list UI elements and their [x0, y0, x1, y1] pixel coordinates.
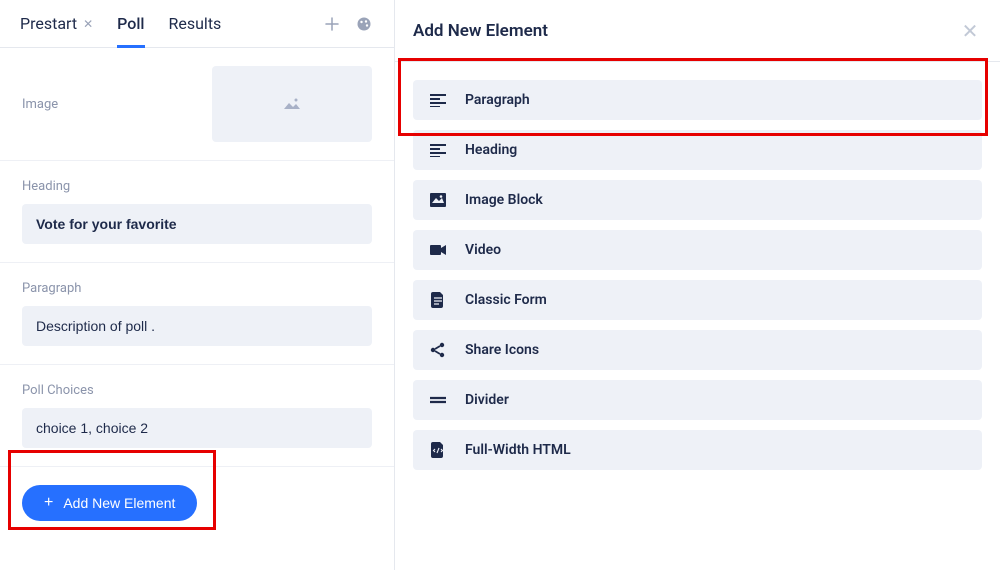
divider-icon — [429, 391, 447, 409]
left-panel: Prestart ✕ Poll Results Image — [0, 0, 395, 570]
heading-icon — [429, 141, 447, 159]
element-label: Divider — [465, 392, 509, 408]
element-classic-form[interactable]: Classic Form — [413, 280, 982, 320]
paragraph-icon — [429, 91, 447, 109]
plus-icon: + — [44, 495, 53, 511]
element-video[interactable]: Video — [413, 230, 982, 270]
poll-choices-input[interactable] — [22, 408, 372, 448]
paragraph-input[interactable] — [22, 306, 372, 346]
tab-poll[interactable]: Poll — [117, 0, 144, 47]
theme-button[interactable] — [354, 14, 374, 34]
close-panel-button[interactable]: ✕ — [958, 19, 982, 43]
element-label: Paragraph — [465, 92, 530, 108]
plus-icon — [325, 17, 339, 31]
right-panel: Add New Element ✕ Paragraph Heading Im — [395, 0, 1000, 570]
paragraph-section: Paragraph — [0, 263, 394, 365]
html-icon — [429, 441, 447, 459]
heading-input[interactable] — [22, 204, 372, 244]
tab-label: Poll — [117, 14, 144, 33]
element-list: Paragraph Heading Image Block Video — [395, 62, 1000, 488]
image-label: Image — [22, 97, 58, 112]
panel-header: Add New Element ✕ — [395, 0, 1000, 62]
element-label: Share Icons — [465, 342, 539, 358]
video-icon — [429, 241, 447, 259]
palette-icon — [356, 16, 372, 32]
tab-results[interactable]: Results — [169, 0, 222, 47]
element-image-block[interactable]: Image Block — [413, 180, 982, 220]
image-placeholder[interactable] — [212, 66, 372, 142]
tab-label: Results — [169, 14, 222, 33]
element-label: Classic Form — [465, 292, 547, 308]
element-divider[interactable]: Divider — [413, 380, 982, 420]
paragraph-label: Paragraph — [22, 281, 372, 296]
element-paragraph[interactable]: Paragraph — [413, 80, 982, 120]
form-icon — [429, 291, 447, 309]
image-icon — [429, 191, 447, 209]
poll-choices-section: Poll Choices — [0, 365, 394, 467]
element-label: Image Block — [465, 192, 543, 208]
heading-section: Heading — [0, 161, 394, 263]
share-icon — [429, 341, 447, 359]
add-new-element-button[interactable]: + Add New Element — [22, 485, 197, 521]
element-label: Full-Width HTML — [465, 442, 571, 458]
poll-choices-label: Poll Choices — [22, 383, 372, 398]
close-icon[interactable]: ✕ — [83, 17, 93, 31]
add-button-label: Add New Element — [63, 495, 175, 511]
tab-prestart[interactable]: Prestart ✕ — [20, 0, 93, 47]
heading-label: Heading — [22, 179, 372, 194]
element-label: Heading — [465, 142, 517, 158]
element-heading[interactable]: Heading — [413, 130, 982, 170]
image-icon — [283, 97, 301, 112]
element-label: Video — [465, 242, 501, 258]
image-section: Image — [0, 48, 394, 161]
tabs-row: Prestart ✕ Poll Results — [0, 0, 394, 48]
panel-title: Add New Element — [413, 21, 548, 41]
element-share-icons[interactable]: Share Icons — [413, 330, 982, 370]
add-tab-button[interactable] — [322, 14, 342, 34]
element-full-width-html[interactable]: Full-Width HTML — [413, 430, 982, 470]
tab-label: Prestart — [20, 14, 77, 33]
